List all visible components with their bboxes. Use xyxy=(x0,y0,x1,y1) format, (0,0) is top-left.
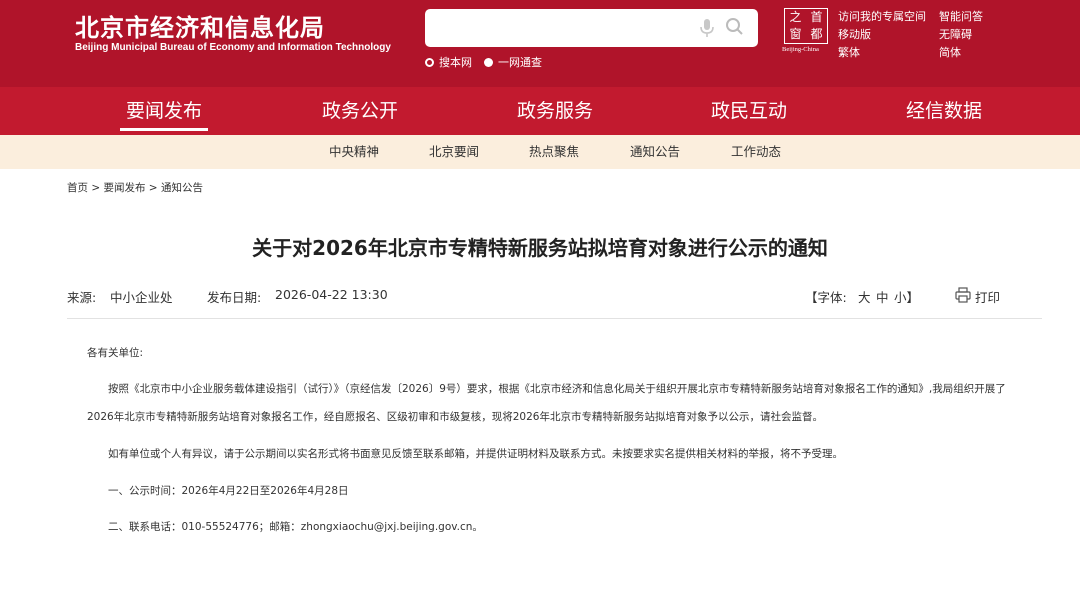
nav-active-indicator xyxy=(120,128,208,131)
smart-qa-link[interactable]: 智能问答 xyxy=(939,8,983,24)
font-size-small[interactable]: 小】 xyxy=(894,287,919,306)
article-title: 关于对2026年北京市专精特新服务站拟培育对象进行公示的通知 xyxy=(252,236,828,260)
logo-char: 首 xyxy=(810,10,823,24)
radio-selected-icon xyxy=(484,57,493,67)
subnav-hot-topics[interactable]: 热点聚焦 xyxy=(509,135,599,169)
traditional-chinese-link[interactable]: 繁体 xyxy=(838,44,860,60)
radio-unselected-icon xyxy=(425,57,434,67)
source-label: 来源: xyxy=(67,290,97,305)
source-value: 中小企业处 xyxy=(110,290,173,305)
subnav-notices[interactable]: 通知公告 xyxy=(610,135,700,169)
search-scope-site-label: 搜本网 xyxy=(439,56,472,69)
font-size-label: 【字体: xyxy=(805,290,847,305)
nav-government-services[interactable]: 政务服务 xyxy=(485,87,625,135)
simplified-chinese-link[interactable]: 简体 xyxy=(939,44,961,60)
search-input[interactable] xyxy=(435,17,695,39)
search-scope-site[interactable]: 搜本网 xyxy=(425,54,472,70)
meta-divider xyxy=(67,318,1042,319)
site-header: 北京市经济和信息化局 Beijing Municipal Bureau of E… xyxy=(0,0,1080,87)
publish-date-value: 2026-04-22 13:30 xyxy=(275,287,388,302)
salutation: 各有关单位: xyxy=(87,347,144,359)
accessibility-link[interactable]: 无障碍 xyxy=(939,26,972,42)
sub-nav: 中央精神 北京要闻 热点聚焦 通知公告 工作动态 xyxy=(0,135,1080,169)
nav-government-affairs[interactable]: 政务公开 xyxy=(290,87,430,135)
contact-info: 二、联系电话：010-55524776；邮箱：zhongxiaochu@jxj.… xyxy=(108,521,483,533)
publicity-period: 一、公示时间：2026年4月22日至2026年4月28日 xyxy=(108,485,349,497)
logo-char: 之 xyxy=(789,10,802,24)
logo-caption: Beijing-China xyxy=(782,46,819,53)
mobile-version-link[interactable]: 移动版 xyxy=(838,26,871,42)
logo-char: 都 xyxy=(810,27,823,41)
site-title[interactable]: 北京市经济和信息化局 xyxy=(75,8,325,43)
logo-frame: 之 首 窗 都 xyxy=(784,8,828,44)
body-paragraph: 如有单位或个人有异议，请于公示期间以实名形式将书面意见反馈至联系邮箱，并提供证明… xyxy=(108,448,843,460)
subnav-beijing-news[interactable]: 北京要闻 xyxy=(409,135,499,169)
logo-char: 窗 xyxy=(789,27,802,41)
publish-date-label: 发布日期: xyxy=(207,290,262,305)
subnav-central-spirit[interactable]: 中央精神 xyxy=(309,135,399,169)
body-paragraph: 按照《北京市中小企业服务载体建设指引（试行）》（京经信发〔2026〕9号）要求，… xyxy=(87,383,1006,423)
nav-economic-data[interactable]: 经信数据 xyxy=(874,87,1014,135)
search-icon[interactable] xyxy=(724,16,746,38)
subnav-work-updates[interactable]: 工作动态 xyxy=(711,135,801,169)
search-scope-all-label: 一网通查 xyxy=(498,56,542,69)
printer-icon[interactable] xyxy=(955,287,971,303)
print-button[interactable]: 打印 xyxy=(975,287,1000,306)
site-subtitle: Beijing Municipal Bureau of Economy and … xyxy=(75,42,391,53)
personal-space-link[interactable]: 访问我的专属空间 xyxy=(838,8,926,24)
search-scope-all[interactable]: 一网通查 xyxy=(484,54,542,70)
nav-public-interaction[interactable]: 政民互动 xyxy=(679,87,819,135)
font-size-large[interactable]: 大 xyxy=(858,287,871,306)
capital-window-logo[interactable]: 之 首 窗 都 Beijing-China xyxy=(782,8,828,56)
font-size-medium[interactable]: 中 xyxy=(876,287,889,306)
microphone-icon[interactable] xyxy=(697,17,717,39)
breadcrumb[interactable]: 首页 > 要闻发布 > 通知公告 xyxy=(67,180,203,195)
